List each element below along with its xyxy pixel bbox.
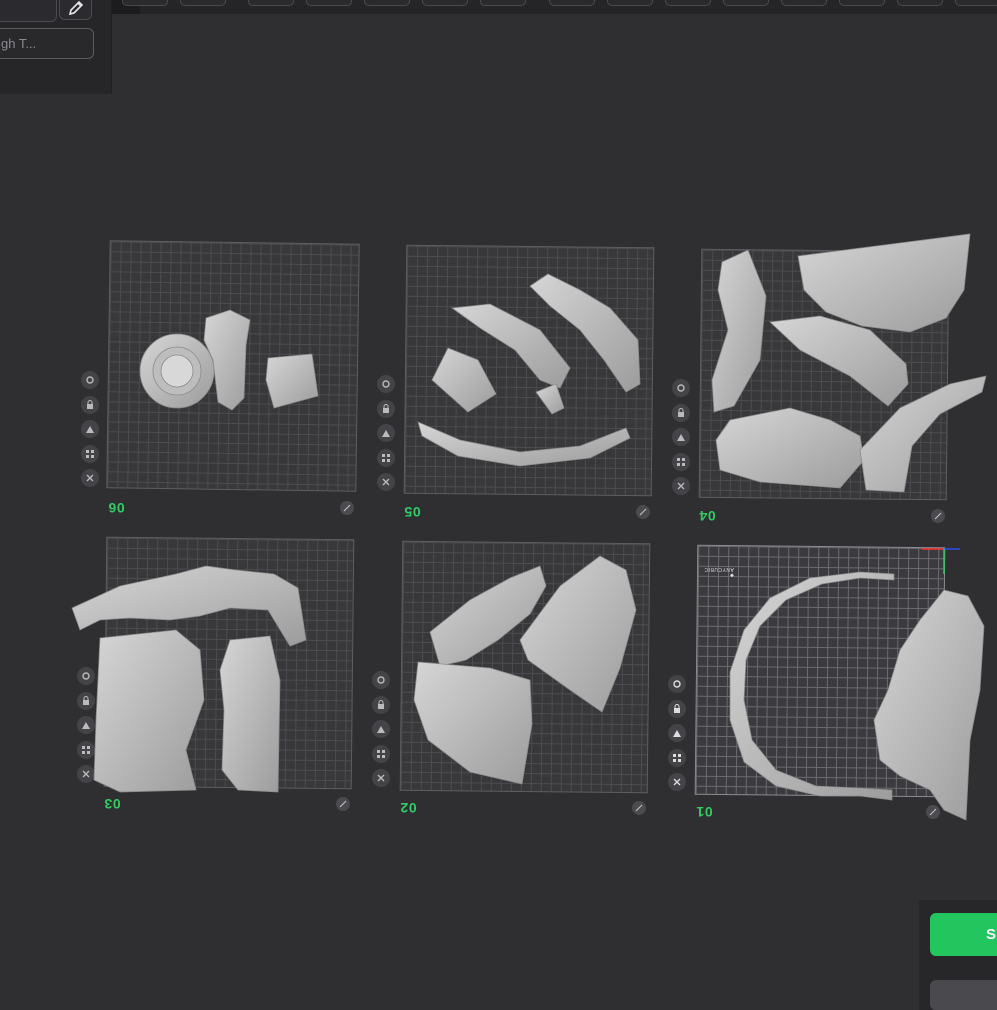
- model-part[interactable]: [711, 249, 767, 413]
- model-part[interactable]: [417, 421, 631, 467]
- slice-button[interactable]: Sl: [930, 913, 997, 956]
- model-part[interactable]: [219, 635, 281, 793]
- model-part[interactable]: [715, 407, 865, 489]
- secondary-action-button[interactable]: [930, 980, 997, 1010]
- model-part[interactable]: [431, 347, 497, 413]
- model-part[interactable]: [413, 661, 533, 785]
- model-part[interactable]: [873, 589, 985, 821]
- model-part[interactable]: [265, 353, 319, 409]
- model-parts-layer: [71, 233, 987, 821]
- model-part[interactable]: [139, 333, 215, 409]
- model-part[interactable]: [729, 571, 895, 801]
- model-part[interactable]: [71, 565, 307, 647]
- model-part[interactable]: [535, 383, 565, 415]
- model-part[interactable]: [93, 629, 205, 793]
